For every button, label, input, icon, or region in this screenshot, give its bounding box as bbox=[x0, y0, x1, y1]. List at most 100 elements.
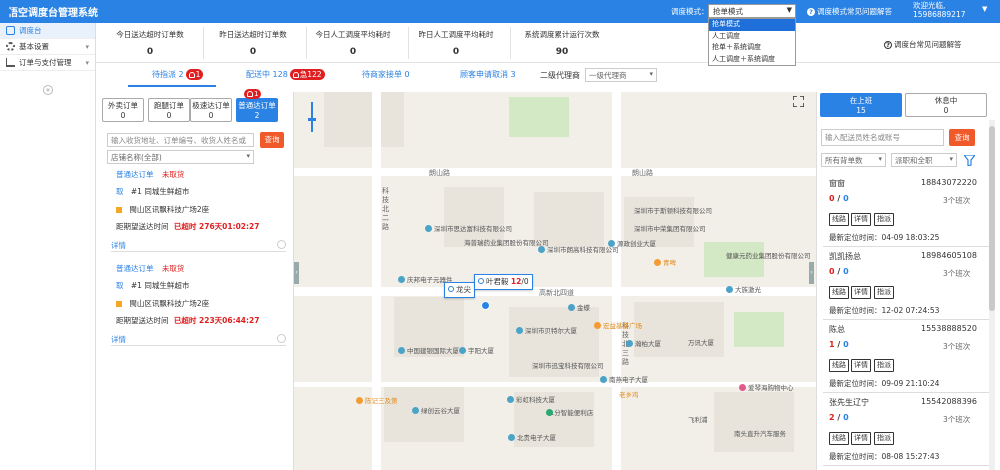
order-search-button[interactable]: 查询 bbox=[260, 132, 284, 148]
rider-detail-button[interactable]: 详情 bbox=[851, 432, 871, 445]
rider-detail-button[interactable]: 详情 bbox=[851, 359, 871, 372]
rider-route-button[interactable]: 线路 bbox=[829, 432, 849, 445]
map-poi[interactable]: 瀚柏大厦 bbox=[626, 338, 661, 348]
rider-map-marker[interactable] bbox=[481, 301, 490, 310]
rider-assign-button[interactable]: 指派 bbox=[874, 286, 894, 299]
map-poi[interactable]: 老乡鸡 bbox=[619, 389, 639, 399]
building-icon bbox=[568, 303, 575, 311]
dispatch-mode-option[interactable]: 人工调度＋系统调度 bbox=[709, 54, 795, 66]
map-poi[interactable]: 南头直升汽车服务 bbox=[734, 428, 786, 438]
order-type-errand[interactable]: 跑腿订单 0 bbox=[148, 98, 190, 122]
map-poi[interactable]: 海普瑞药业集团股份有限公司 bbox=[464, 237, 549, 247]
map-poi[interactable]: 深圳市迅宝科技有限公司 bbox=[532, 360, 604, 370]
map-park bbox=[509, 97, 569, 137]
zoom-slider-icon[interactable] bbox=[308, 102, 316, 132]
scrollbar-thumb[interactable] bbox=[989, 126, 995, 311]
rider-assign-button[interactable]: 指派 bbox=[874, 359, 894, 372]
question-icon: ? bbox=[884, 40, 892, 49]
sidebar-item-basic-settings[interactable]: 基本设置 ▾ bbox=[0, 39, 95, 55]
rider-order-filter[interactable]: 所有背单数 ▾ bbox=[821, 153, 886, 167]
map-poi[interactable]: 北贵电子大厦 bbox=[508, 432, 556, 442]
rider-assign-button[interactable]: 指派 bbox=[874, 213, 894, 226]
dispatch-mode-help-link[interactable]: ? 调度模式常见问题解答 bbox=[807, 6, 892, 17]
shop-select[interactable]: 店铺名称(全部) ▾ bbox=[107, 150, 254, 164]
map-poi[interactable]: 万讯大厦 bbox=[688, 337, 714, 347]
agent-label: 二级代理商 bbox=[540, 71, 580, 80]
order-detail-toggle[interactable]: 详情 bbox=[111, 240, 286, 252]
order-type: 普通达订单 bbox=[116, 170, 154, 179]
stat-label: 今日送达超时订单数 bbox=[116, 30, 184, 39]
map-poi[interactable]: 健康元药业集团股份有限公司 bbox=[726, 250, 811, 260]
tab-customer-cancel[interactable]: 顾客申请取消 3 bbox=[460, 69, 516, 80]
tab-awaiting-merchant[interactable]: 待商家接单 0 bbox=[362, 69, 410, 80]
map-poi[interactable]: 深圳市中荣集团有限公司 bbox=[634, 223, 706, 233]
map[interactable]: 朗山路 朗山路 科技北二路 高新北四道 科技北三路 深圳市思达富科技有限公司 海… bbox=[294, 92, 816, 470]
rider-detail-button[interactable]: 详情 bbox=[851, 213, 871, 226]
sidebar-item-dispatch[interactable]: 调度台 bbox=[0, 23, 95, 39]
rider-order-count: 1 / 0 bbox=[829, 340, 849, 349]
collapse-left-panel-icon[interactable]: ‹ bbox=[294, 262, 299, 284]
rider-route-button[interactable]: 线路 bbox=[829, 213, 849, 226]
order-type-takeout[interactable]: 外卖订单 0 bbox=[102, 98, 144, 122]
rider-route-button[interactable]: 线路 bbox=[829, 359, 849, 372]
filter-icon[interactable] bbox=[964, 155, 975, 166]
tab-pending-assign[interactable]: 待指派 2 1 bbox=[152, 69, 204, 80]
order-search-input[interactable]: 输入收货地址、订单编号、收货人姓名或 bbox=[107, 133, 254, 147]
rider-map-label[interactable]: 龙尖 bbox=[444, 282, 475, 298]
map-poi[interactable]: 宏益基督广场 bbox=[594, 320, 642, 330]
map-zoom-control[interactable] bbox=[308, 102, 316, 132]
user-menu-chevron-icon[interactable]: ▼ bbox=[982, 5, 987, 13]
rider-search-input[interactable]: 输入配送员姓名或账号 bbox=[821, 129, 944, 146]
user-info[interactable]: 欢迎光临, 15986889217 bbox=[913, 1, 966, 19]
map-poi[interactable]: 青啤 bbox=[654, 257, 676, 267]
order-detail-toggle[interactable]: 详情 bbox=[111, 334, 286, 346]
dispatch-mode-option[interactable]: 人工调度 bbox=[709, 31, 795, 43]
on-duty-button[interactable]: 在上班 15 bbox=[820, 93, 902, 117]
rider-search-button[interactable]: 查询 bbox=[949, 129, 975, 146]
sidebar-item-order-payment[interactable]: 订单与支付管理 ▾ bbox=[0, 55, 95, 71]
rider-detail-button[interactable]: 详情 bbox=[851, 286, 871, 299]
map-poi[interactable]: 飞利浦 bbox=[688, 414, 708, 424]
map-poi[interactable]: 陈记三及第 bbox=[356, 395, 398, 405]
rider-type-filter[interactable]: 派职和全职 ▾ bbox=[891, 153, 957, 167]
map-poi[interactable]: 绿创云谷大厦 bbox=[412, 405, 460, 415]
map-poi[interactable]: 深圳市于斯顿科技有限公司 bbox=[634, 205, 712, 215]
stat-system-runs: 系统调度累计运行次数 90 bbox=[512, 29, 612, 57]
map-poi[interactable]: 爱琴海购物中心 bbox=[739, 382, 794, 392]
stat-label: 系统调度累计运行次数 bbox=[524, 30, 600, 39]
map-poi[interactable]: 宇阳大厦 bbox=[459, 345, 494, 355]
map-poi[interactable]: 中国建银国际大厦 bbox=[398, 345, 459, 355]
dispatch-help-text: 调度台常见问题解答 bbox=[894, 40, 962, 49]
tab-delivering[interactable]: 配送中 128 急122 bbox=[246, 69, 325, 80]
agent-select[interactable]: 一级代理商 ▾ bbox=[585, 68, 657, 82]
map-poi[interactable]: 深圳市思达富科技有限公司 bbox=[425, 223, 512, 233]
rider-map-label[interactable]: 叶君毅 12/0 bbox=[474, 274, 533, 290]
collapse-right-panel-icon[interactable]: › bbox=[809, 262, 814, 284]
off-duty-button[interactable]: 休息中 0 bbox=[905, 93, 987, 117]
order-type-standard[interactable]: 普通达订单 2 bbox=[236, 98, 278, 122]
check-icon[interactable] bbox=[277, 334, 286, 343]
order-type-label: 极速达订单 bbox=[192, 101, 230, 110]
stat-value: 0 bbox=[249, 47, 257, 57]
rider-name: 凯凯扬总 bbox=[829, 252, 861, 261]
map-poi[interactable]: 源政创业大厦 bbox=[608, 238, 656, 248]
fullscreen-icon[interactable] bbox=[793, 96, 804, 107]
rider-list-scrollbar[interactable] bbox=[989, 120, 995, 470]
map-poi[interactable]: 金蝶 bbox=[568, 302, 590, 312]
map-poi[interactable]: 大族激光 bbox=[726, 284, 761, 294]
order-type-express[interactable]: 极速达订单 0 bbox=[190, 98, 232, 122]
dispatch-mode-option[interactable]: 抢单＋系统调度 bbox=[709, 42, 795, 54]
map-poi[interactable]: 彩虹科技大厦 bbox=[507, 394, 555, 404]
collapse-sidebar-icon[interactable]: « bbox=[43, 85, 53, 95]
dispatch-mode-select[interactable]: 抢单模式 ▼ bbox=[708, 4, 796, 18]
check-icon[interactable] bbox=[277, 240, 286, 249]
rider-assign-button[interactable]: 指派 bbox=[874, 432, 894, 445]
map-poi[interactable]: 11分智能便利店 bbox=[546, 407, 593, 417]
dispatch-mode-option[interactable]: 抢单模式 bbox=[709, 19, 795, 31]
map-poi[interactable]: 深圳市朗高科技有限公司 bbox=[538, 244, 619, 254]
logo[interactable]: 悟空调度台管理系统 bbox=[0, 0, 98, 23]
rider-route-button[interactable]: 线路 bbox=[829, 286, 849, 299]
dispatch-help-link[interactable]: ? 调度台常见问题解答 bbox=[884, 39, 962, 50]
map-poi[interactable]: 南燕电子大厦 bbox=[600, 374, 648, 384]
map-poi[interactable]: 深圳市贝特尔大厦 bbox=[516, 325, 577, 335]
